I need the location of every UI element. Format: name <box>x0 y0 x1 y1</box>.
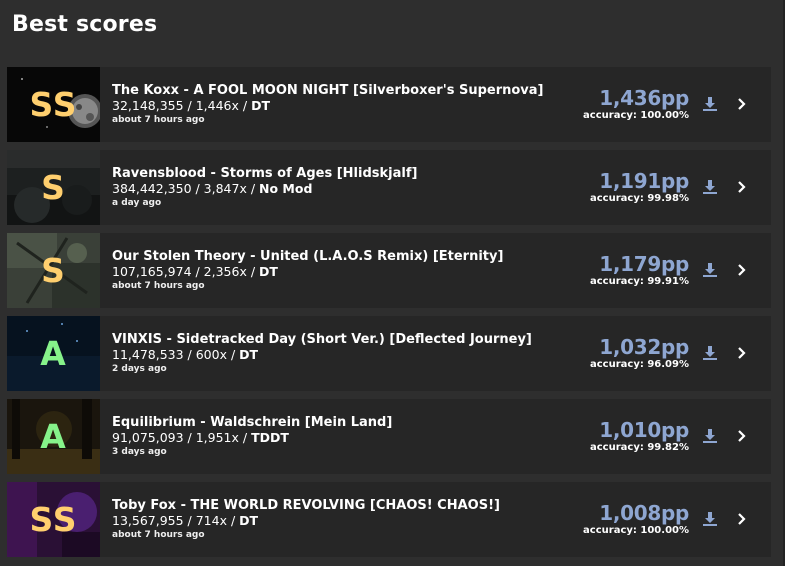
mods: DT <box>259 264 278 279</box>
score-time: about 7 hours ago <box>112 115 205 125</box>
download-icon[interactable] <box>701 344 719 362</box>
download-icon[interactable] <box>701 427 719 445</box>
mods: TDDT <box>251 430 289 445</box>
score-details: 107,165,974 / 2,356x / DT <box>112 264 571 279</box>
grade-rank: SS <box>29 500 78 539</box>
score-row[interactable]: SS The Koxx - A FOOL MOON NIGHT [Silverb… <box>7 67 771 142</box>
score-details: 91,075,093 / 1,951x / TDDT <box>112 430 571 445</box>
download-icon[interactable] <box>701 178 719 196</box>
grade-rank: A <box>40 334 67 373</box>
score-combo: 11,478,533 / 600x / <box>112 347 240 362</box>
score-details: 32,148,355 / 1,446x / DT <box>112 98 571 113</box>
chevron-right-icon[interactable] <box>735 95 749 113</box>
score-row[interactable]: S Ravensblood - Storms of Ages [Hlidskja… <box>7 150 771 225</box>
grade-rank: SS <box>29 85 78 124</box>
chevron-right-icon[interactable] <box>735 178 749 196</box>
download-icon[interactable] <box>701 95 719 113</box>
accuracy-label: accuracy: <box>590 442 648 453</box>
score-combo: 384,442,350 / 3,847x / <box>112 181 260 196</box>
mods: DT <box>239 513 259 528</box>
song-title[interactable]: Toby Fox - THE WORLD REVOLVING [CHAOS! C… <box>112 498 571 513</box>
pp-value: 1,436pp <box>599 86 689 110</box>
section-title: Best scores <box>12 12 158 37</box>
song-title[interactable]: Ravensblood - Storms of Ages [Hlidskjalf… <box>112 166 571 181</box>
accuracy-value: 96.09% <box>647 359 689 370</box>
score-row[interactable]: A VINXIS - Sidetracked Day (Short Ver.) … <box>7 316 771 391</box>
score-details: 13,567,955 / 714x / DT <box>112 513 571 528</box>
download-icon[interactable] <box>701 261 719 279</box>
song-title[interactable]: The Koxx - A FOOL MOON NIGHT [Silverboxe… <box>112 83 571 98</box>
mods: DT <box>251 98 270 113</box>
accuracy: accuracy: 100.00% <box>583 110 689 121</box>
download-icon[interactable] <box>701 510 719 528</box>
accuracy: accuracy: 99.91% <box>590 276 689 287</box>
chevron-right-icon[interactable] <box>735 510 749 528</box>
score-time: 3 days ago <box>112 447 167 457</box>
accuracy-value: 99.91% <box>647 276 689 287</box>
score-row[interactable]: A Equilibrium - Waldschrein [Mein Land] … <box>7 399 771 474</box>
score-combo: 13,567,955 / 714x / <box>112 513 240 528</box>
score-time: about 7 hours ago <box>112 281 205 291</box>
chevron-right-icon[interactable] <box>735 344 749 362</box>
pp-value: 1,191pp <box>599 169 689 193</box>
score-combo: 91,075,093 / 1,951x / <box>112 430 252 445</box>
score-row[interactable]: S Our Stolen Theory - United (L.A.O.S Re… <box>7 233 771 308</box>
accuracy: accuracy: 100.00% <box>583 525 689 536</box>
accuracy-value: 100.00% <box>640 525 689 536</box>
accuracy-label: accuracy: <box>590 276 648 287</box>
accuracy-label: accuracy: <box>590 193 648 204</box>
grade-rank: S <box>41 168 66 207</box>
score-details: 11,478,533 / 600x / DT <box>112 347 571 362</box>
grade-rank: A <box>40 417 67 456</box>
best-scores-panel: Best scores SS The Koxx - A FOOL MOON NI… <box>0 0 785 566</box>
pp-value: 1,010pp <box>599 418 689 442</box>
score-time: 2 days ago <box>112 364 167 374</box>
pp-value: 1,032pp <box>599 335 689 359</box>
pp-value: 1,179pp <box>599 252 689 276</box>
mods: DT <box>239 347 259 362</box>
mods: No Mod <box>259 181 313 196</box>
accuracy: accuracy: 99.98% <box>590 193 689 204</box>
accuracy-value: 100.00% <box>640 110 689 121</box>
accuracy-value: 99.98% <box>647 193 689 204</box>
song-title[interactable]: Equilibrium - Waldschrein [Mein Land] <box>112 415 571 430</box>
accuracy-value: 99.82% <box>647 442 689 453</box>
accuracy: accuracy: 99.82% <box>590 442 689 453</box>
score-combo: 32,148,355 / 1,446x / <box>112 98 252 113</box>
score-time: about 7 hours ago <box>112 530 205 540</box>
accuracy: accuracy: 96.09% <box>590 359 689 370</box>
chevron-right-icon[interactable] <box>735 261 749 279</box>
score-combo: 107,165,974 / 2,356x / <box>112 264 260 279</box>
pp-value: 1,008pp <box>599 501 689 525</box>
chevron-right-icon[interactable] <box>735 427 749 445</box>
score-time: a day ago <box>112 198 162 208</box>
accuracy-label: accuracy: <box>590 359 648 370</box>
grade-rank: S <box>41 251 66 290</box>
accuracy-label: accuracy: <box>583 110 641 121</box>
score-details: 384,442,350 / 3,847x / No Mod <box>112 181 571 196</box>
scores-list: SS The Koxx - A FOOL MOON NIGHT [Silverb… <box>7 67 771 565</box>
score-row[interactable]: SS Toby Fox - THE WORLD REVOLVING [CHAOS… <box>7 482 771 557</box>
song-title[interactable]: Our Stolen Theory - United (L.A.O.S Remi… <box>112 249 571 264</box>
song-title[interactable]: VINXIS - Sidetracked Day (Short Ver.) [D… <box>112 332 571 347</box>
accuracy-label: accuracy: <box>583 525 641 536</box>
